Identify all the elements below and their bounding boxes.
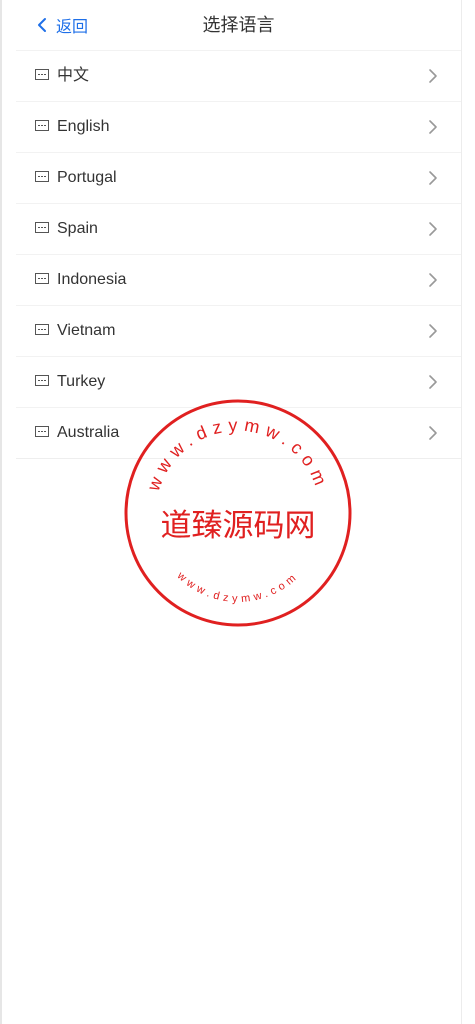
- language-page: 返回 选择语言 中文 English Portugal Spain Indone…: [16, 0, 461, 1024]
- language-label: Indonesia: [57, 271, 127, 288]
- flag-icon: [35, 324, 49, 335]
- language-list: 中文 English Portugal Spain Indonesia Viet…: [16, 51, 461, 459]
- language-item-australia[interactable]: Australia: [16, 408, 461, 459]
- language-label: Portugal: [57, 169, 117, 186]
- chevron-left-icon: [38, 18, 46, 32]
- language-label: Spain: [57, 220, 98, 237]
- right-edge-rule: [461, 0, 462, 1024]
- chevron-right-icon: [429, 222, 437, 236]
- language-label: Vietnam: [57, 322, 116, 339]
- language-item-chinese[interactable]: 中文: [16, 51, 461, 102]
- chevron-right-icon: [429, 273, 437, 287]
- chevron-right-icon: [429, 375, 437, 389]
- chevron-right-icon: [429, 171, 437, 185]
- language-item-vietnam[interactable]: Vietnam: [16, 306, 461, 357]
- chevron-right-icon: [429, 120, 437, 134]
- chevron-right-icon: [429, 324, 437, 338]
- flag-icon: [35, 222, 49, 233]
- chevron-right-icon: [429, 69, 437, 83]
- flag-icon: [35, 426, 49, 437]
- language-item-portugal[interactable]: Portugal: [16, 153, 461, 204]
- language-item-english[interactable]: English: [16, 102, 461, 153]
- nav-bar: 返回 选择语言: [16, 0, 461, 51]
- language-item-spain[interactable]: Spain: [16, 204, 461, 255]
- flag-icon: [35, 375, 49, 386]
- flag-icon: [35, 69, 49, 80]
- language-label: Turkey: [57, 373, 106, 390]
- chevron-right-icon: [429, 426, 437, 440]
- back-label: 返回: [56, 19, 89, 36]
- language-item-indonesia[interactable]: Indonesia: [16, 255, 461, 306]
- flag-icon: [35, 120, 49, 131]
- back-button[interactable]: 返回: [36, 13, 88, 37]
- flag-icon: [35, 171, 49, 182]
- language-item-turkey[interactable]: Turkey: [16, 357, 461, 408]
- language-label: Australia: [57, 424, 120, 441]
- language-label: English: [57, 118, 110, 135]
- left-edge-rule: [0, 0, 2, 1024]
- flag-icon: [35, 273, 49, 284]
- language-label: 中文: [57, 67, 90, 84]
